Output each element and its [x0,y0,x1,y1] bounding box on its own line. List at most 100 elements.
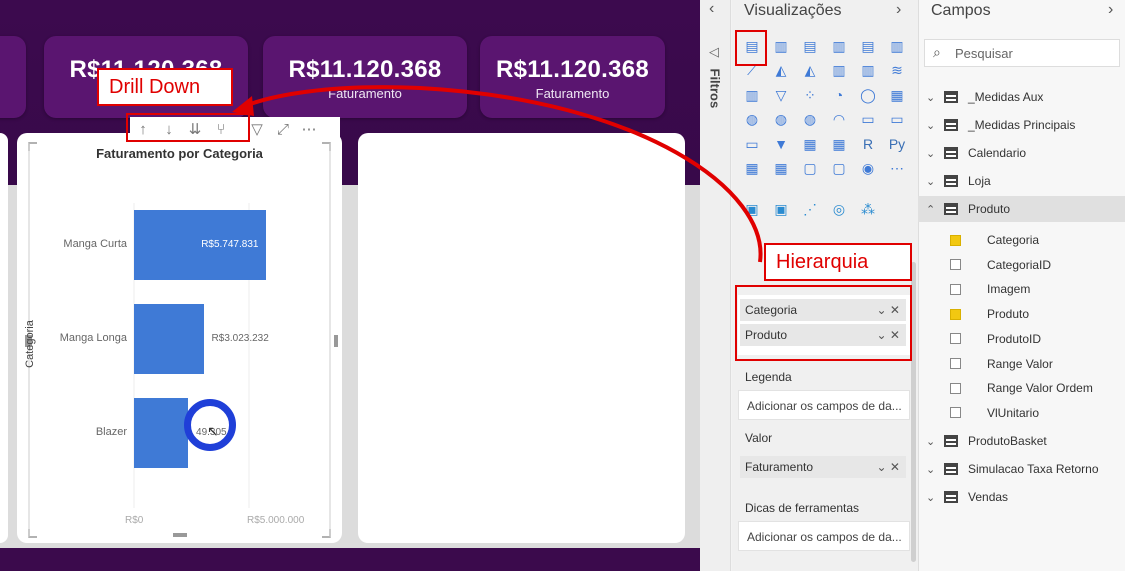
arcgis-icon[interactable]: ◉ [858,160,878,177]
custom-visual-3-icon[interactable]: ⋰ [800,201,820,217]
field-checkbox[interactable] [950,358,961,369]
data-label: R$5.747.831 [201,239,259,250]
legenda-well[interactable]: Adicionar os campos de da... [738,390,910,420]
kpi-icon[interactable]: ▭ [742,136,762,152]
line-clustered-icon[interactable]: ▥ [858,62,878,79]
custom-visual-2-icon[interactable]: ▣ [771,201,791,217]
table-icon [944,175,958,187]
treemap-icon[interactable]: ▦ [887,87,907,103]
chevron-down-icon[interactable]: ⌄ [926,119,940,132]
table-icon[interactable]: ▦ [800,136,820,152]
field-vlunitario[interactable]: VlUnitario [950,402,1120,424]
card-icon[interactable]: ▭ [858,111,878,128]
custom-visual-4-icon[interactable]: ◎ [829,201,849,217]
kpi-card-3[interactable]: R$11.120.368 Faturamento [480,36,665,118]
bar-blazer[interactable] [134,398,189,468]
donut-icon[interactable]: ◯ [858,87,878,103]
field-range-valor-ordem[interactable]: Range Valor Ordem [950,377,1120,399]
chevron-down-icon[interactable]: ⌄ [926,463,940,476]
field-table--medidas-principais[interactable]: ⌄ _Medidas Principais [918,112,1125,138]
collapse-chevron-icon[interactable]: ‹ [709,0,714,18]
field-produto[interactable]: Produto [950,303,1120,325]
field-table--medidas-aux[interactable]: ⌄ _Medidas Aux [918,84,1125,110]
map-icon[interactable]: ◍ [742,111,762,128]
expand-chevron-icon[interactable]: › [1108,1,1113,19]
ribbon-icon[interactable]: ≋ [887,62,907,79]
field-chip-label: Faturamento [745,460,814,474]
field-checkbox[interactable] [950,259,961,271]
chevron-down-icon[interactable]: ⌄ [926,91,940,104]
kpi-value: R$11.120.368 [288,56,442,83]
field-table-produto[interactable]: ⌃ Produto [918,196,1125,222]
field-checkbox[interactable] [950,333,961,345]
chevron-down-icon[interactable]: ⌄ [926,147,940,160]
r-visual-icon[interactable]: R [858,136,878,152]
kpi-card-partial[interactable] [0,36,26,118]
line-column-icon[interactable]: ▥ [829,62,849,79]
scatter-icon[interactable]: ⁘ [800,87,820,103]
more-visuals-icon[interactable]: ⋯ [887,160,907,177]
stacked-area-icon[interactable]: ◭ [800,62,820,79]
kpi-card-2[interactable]: R$11.120.368 Faturamento [263,36,467,118]
python-visual-icon[interactable]: Py [887,136,907,152]
bar-manga-longa[interactable] [134,304,204,374]
empty-visual-card[interactable] [358,133,685,543]
focus-mode-icon[interactable]: ⤢ [270,118,296,140]
multirow-card-icon[interactable]: ▭ [887,111,907,128]
pie-icon[interactable]: ◔ [829,87,849,103]
field-table-produtobasket[interactable]: ⌄ ProdutoBasket [918,428,1125,454]
field-checkbox[interactable] [950,234,961,246]
field-table-calendario[interactable]: ⌄ Calendario [918,140,1125,166]
slicer-icon[interactable]: ▼ [771,136,791,152]
100-column-icon[interactable]: ▥ [887,38,907,54]
field-checkbox[interactable] [950,308,961,320]
funnel-icon[interactable]: ▽ [771,87,791,103]
fields-search-input[interactable]: Pesquisar [924,39,1120,67]
dicas-well[interactable]: Adicionar os campos de da... [738,521,910,551]
field-table-simulacao-taxa-retorno[interactable]: ⌄ Simulacao Taxa Retorno [918,456,1125,482]
field-categoria[interactable]: Categoria [950,229,1120,251]
more-options-icon[interactable]: ⋯ [296,118,322,140]
qa-icon[interactable]: ▢ [800,160,820,177]
narrative-icon[interactable]: ▢ [829,160,849,177]
decomposition-tree-icon[interactable]: ▦ [771,160,791,177]
field-label: Produto [987,307,1030,322]
waterfall-icon[interactable]: ▥ [742,87,762,103]
field-imagem[interactable]: Imagem [950,278,1120,300]
field-table-vendas[interactable]: ⌄ Vendas [918,484,1125,510]
area-chart-icon[interactable]: ◭ [771,62,791,79]
field-range-valor[interactable]: Range Valor [950,353,1120,375]
table-icon [944,463,958,475]
stacked-column-icon[interactable]: ▥ [771,38,791,54]
expand-chevron-icon[interactable]: › [896,1,901,19]
selected-visual-highlight [735,30,767,66]
clustered-column-icon[interactable]: ▥ [829,38,849,54]
chevron-down-icon[interactable]: ⌄ [926,491,940,504]
key-influencers-icon[interactable]: ▦ [742,160,762,177]
field-checkbox[interactable] [950,382,961,394]
chevron-down-icon[interactable]: ⌄ [926,175,940,188]
matrix-icon[interactable]: ▦ [829,136,849,152]
chevron-down-icon[interactable]: ⌄ [926,435,940,448]
field-categoriaid[interactable]: CategoriaID [950,254,1120,276]
table-icon [944,491,958,503]
gauge-icon[interactable]: ◠ [829,111,849,128]
custom-visual-1-icon[interactable]: ▣ [742,201,762,217]
100-bar-icon[interactable]: ▤ [858,38,878,54]
value-field-faturamento[interactable]: Faturamento ⌄ ✕ [740,456,906,478]
resize-handle[interactable] [173,533,187,537]
custom-visual-5-icon[interactable]: ⁂ [858,201,878,217]
clustered-bar-icon[interactable]: ▤ [800,38,820,54]
field-table-loja[interactable]: ⌄ Loja [918,168,1125,194]
field-produtoid[interactable]: ProdutoID [950,328,1120,350]
filled-map-icon[interactable]: ◍ [771,111,791,128]
filter-funnel-icon: ◁ [709,44,719,59]
shape-map-icon[interactable]: ◍ [800,111,820,128]
filters-pane-collapsed[interactable]: ‹ ◁ Filtros [700,0,731,571]
field-checkbox[interactable] [950,407,961,419]
field-checkbox[interactable] [950,283,961,295]
chevron-up-icon[interactable]: ⌃ [926,203,940,216]
resize-handle[interactable] [334,335,338,347]
remove-icon[interactable]: ⌄ ✕ [877,460,900,474]
bar-chart-visual[interactable]: Faturamento por Categoria Categoria Mang… [17,133,342,543]
